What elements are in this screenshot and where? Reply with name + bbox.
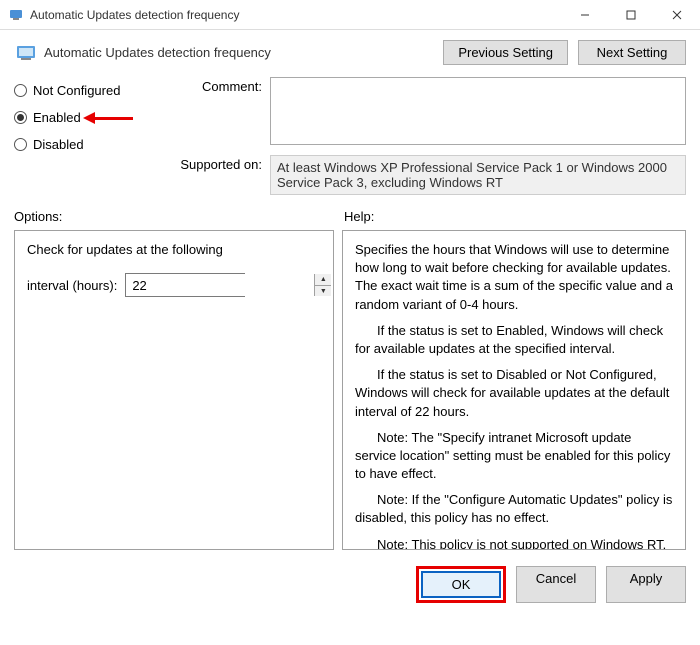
apply-button[interactable]: Apply (606, 566, 686, 603)
radio-label: Disabled (33, 137, 84, 152)
header-title: Automatic Updates detection frequency (44, 45, 443, 60)
annotation-arrow-icon (83, 112, 133, 124)
ok-button[interactable]: OK (421, 571, 501, 598)
options-label: Options: (14, 209, 344, 224)
spinner-up-icon[interactable]: ▲ (315, 274, 331, 285)
window-controls (562, 0, 700, 30)
comment-label: Comment: (172, 77, 262, 145)
help-text: Specifies the hours that Windows will us… (355, 241, 673, 314)
previous-setting-button[interactable]: Previous Setting (443, 40, 568, 65)
interval-spinner[interactable]: ▲ ▼ (125, 273, 245, 297)
radio-enabled[interactable]: Enabled (14, 104, 154, 131)
window-title: Automatic Updates detection frequency (30, 8, 562, 22)
header-row: Automatic Updates detection frequency Pr… (0, 30, 700, 71)
comment-input[interactable] (270, 77, 686, 145)
help-text: If the status is set to Enabled, Windows… (355, 322, 673, 358)
options-text: Check for updates at the following (27, 241, 321, 259)
radio-icon (14, 84, 27, 97)
radio-disabled[interactable]: Disabled (14, 131, 154, 158)
help-text: If the status is set to Disabled or Not … (355, 366, 673, 421)
titlebar: Automatic Updates detection frequency (0, 0, 700, 30)
cancel-button[interactable]: Cancel (516, 566, 596, 603)
state-radios: Not Configured Enabled Disabled (14, 77, 154, 195)
help-text: Note: The "Specify intranet Microsoft up… (355, 429, 673, 484)
app-icon (8, 7, 24, 23)
dialog-buttons: OK Cancel Apply (0, 558, 700, 617)
radio-icon (14, 111, 27, 124)
radio-not-configured[interactable]: Not Configured (14, 77, 154, 104)
policy-icon (14, 41, 38, 65)
options-panel: Check for updates at the following inter… (14, 230, 334, 550)
help-label: Help: (344, 209, 374, 224)
minimize-button[interactable] (562, 0, 608, 30)
interval-input[interactable] (126, 274, 314, 296)
help-text: Note: If the "Configure Automatic Update… (355, 491, 673, 527)
radio-label: Enabled (33, 110, 81, 125)
radio-icon (14, 138, 27, 151)
supported-on-value: At least Windows XP Professional Service… (270, 155, 686, 195)
help-panel: Specifies the hours that Windows will us… (342, 230, 686, 550)
spinner-down-icon[interactable]: ▼ (315, 285, 331, 296)
annotation-highlight: OK (416, 566, 506, 603)
radio-label: Not Configured (33, 83, 120, 98)
interval-label: interval (hours): (27, 278, 117, 293)
maximize-button[interactable] (608, 0, 654, 30)
supported-on-label: Supported on: (172, 155, 262, 195)
help-text: Note: This policy is not supported on Wi… (355, 536, 673, 549)
next-setting-button[interactable]: Next Setting (578, 40, 686, 65)
close-button[interactable] (654, 0, 700, 30)
